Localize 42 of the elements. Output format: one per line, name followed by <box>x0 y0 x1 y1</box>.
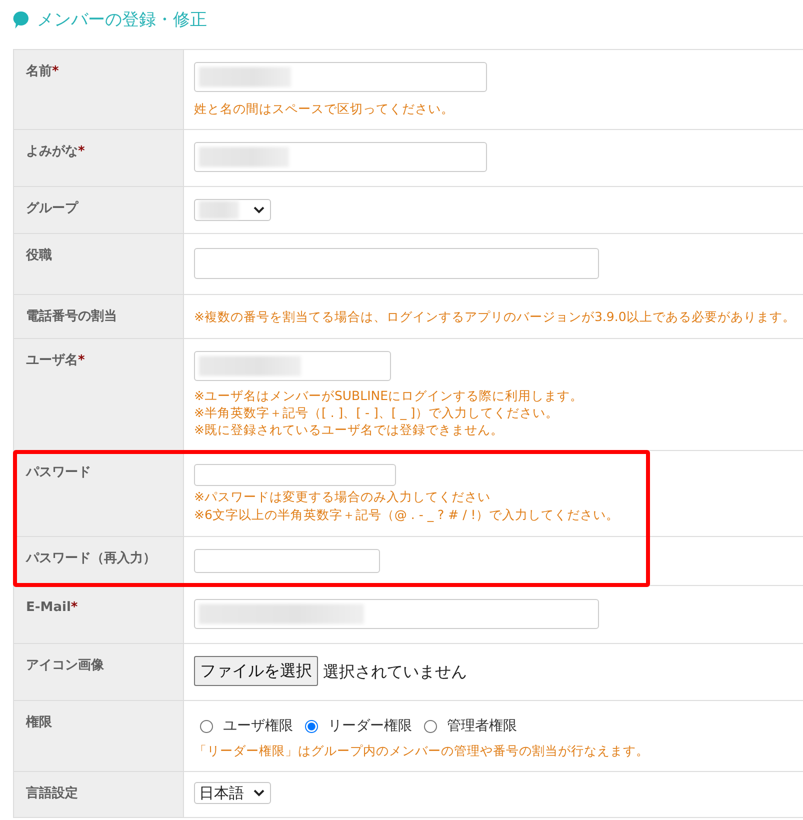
chevron-down-icon <box>253 206 265 214</box>
field-label: E-Mail* <box>26 600 78 615</box>
hint-text: 「リーダー権限」はグループ内のメンバーの管理や番号の割当が行なえます。 <box>194 742 650 759</box>
chevron-down-icon <box>253 789 265 797</box>
field-label: 電話番号の割当 <box>26 309 117 324</box>
field-label: 権限 <box>26 715 52 730</box>
option-label[interactable]: リーダー権限 <box>328 716 412 736</box>
field-label: よみがな* <box>26 144 85 159</box>
input-field[interactable] <box>194 549 380 573</box>
hint-text: ※ユーザ名はメンバーがSUBLINEにログインする際に利用します。 <box>194 387 584 404</box>
file-status-text: 選択されていません <box>323 662 467 680</box>
field-label: 役職 <box>26 248 52 263</box>
option-label[interactable]: 管理者権限 <box>447 716 517 736</box>
input-field[interactable] <box>194 248 599 279</box>
page-title: メンバーの登録・修正 <box>37 9 207 32</box>
input-field[interactable] <box>194 142 487 172</box>
input-field[interactable] <box>194 351 391 381</box>
radio-button[interactable] <box>424 720 437 732</box>
field-label: ユーザ名* <box>26 353 85 368</box>
input-field[interactable] <box>194 62 487 92</box>
hint-text: ※複数の番号を割当てる場合は、ログインするアプリのバージョンが3.9.0以上である必要があります。 <box>194 308 793 325</box>
option-label[interactable]: ユーザ権限 <box>223 716 293 736</box>
field-label: アイコン画像 <box>26 658 104 673</box>
input-field[interactable] <box>194 464 396 486</box>
hint-text: ※半角英数字＋記号（[ . ]、[ - ]、[ _ ]）で入力してください。 <box>194 404 560 421</box>
radio-button[interactable] <box>305 720 318 732</box>
field-label: パスワード（再入力） <box>26 551 156 566</box>
dropdown[interactable]: 日本語 <box>194 782 271 804</box>
dropdown[interactable] <box>194 199 271 221</box>
field-label: 言語設定 <box>26 786 78 801</box>
hint-text: ※既に登録されているユーザ名では登録できません。 <box>194 421 504 438</box>
hint-text: 姓と名の間はスペースで区切ってください。 <box>194 100 455 117</box>
hint-text: ※パスワードは変更する場合のみ入力してください <box>194 488 492 506</box>
hint-text: ※6文字以上の半角英数字＋記号（@ . - _ ? # / !）で入力してください。 <box>194 506 620 524</box>
blurred-text <box>199 201 239 219</box>
speech-bubble-icon <box>13 11 29 29</box>
field-label: パスワード <box>26 465 91 480</box>
file-select-button[interactable]: ファイルを選択 <box>194 656 318 686</box>
radio-button[interactable] <box>200 720 213 732</box>
input-field[interactable] <box>194 599 599 629</box>
field-label: グループ <box>26 201 78 216</box>
field-label: 名前* <box>26 64 59 79</box>
